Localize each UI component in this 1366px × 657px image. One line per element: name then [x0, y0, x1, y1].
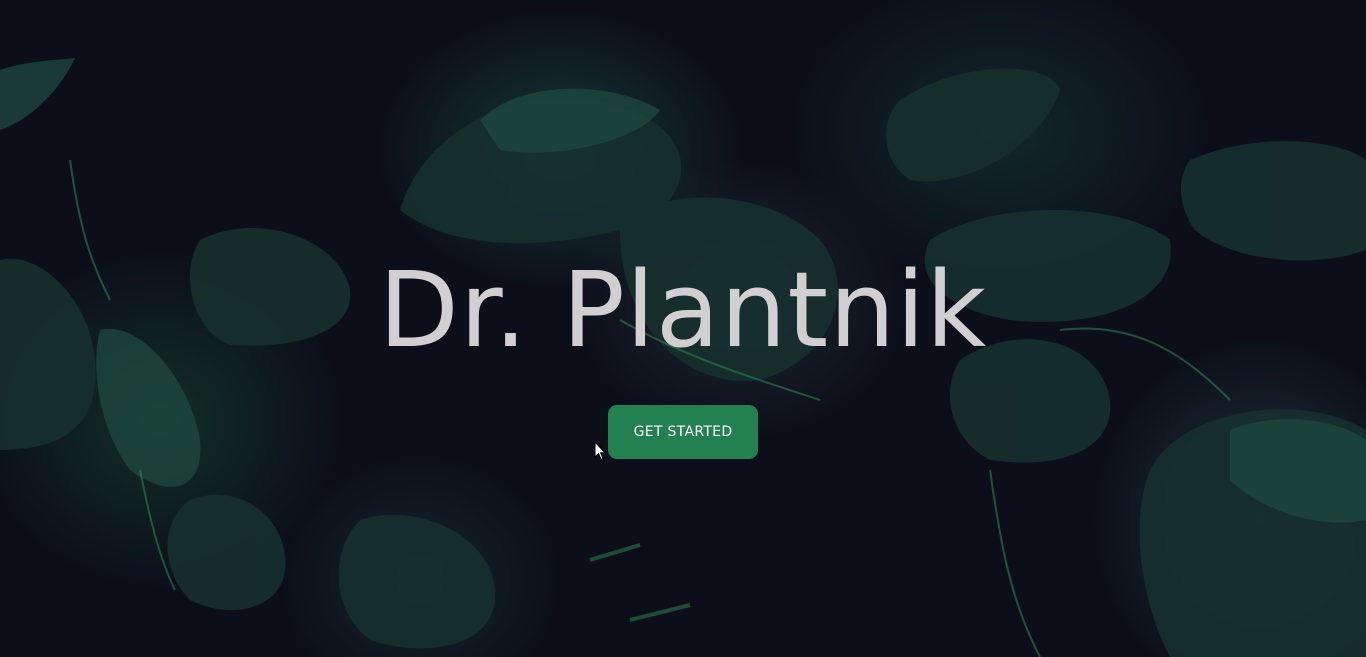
- get-started-button[interactable]: GET STARTED: [608, 405, 758, 459]
- mouse-pointer-icon: [594, 441, 606, 461]
- hero-title: Dr. Plantnik: [378, 249, 988, 371]
- hero-section: Dr. Plantnik GET STARTED: [0, 0, 1366, 657]
